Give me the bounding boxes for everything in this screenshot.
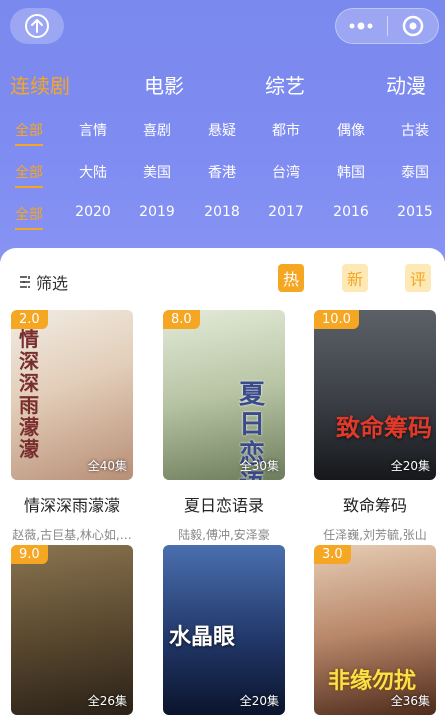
sort-hot-button[interactable]: 热 xyxy=(278,264,304,292)
filter-year-item[interactable]: 2017 xyxy=(256,204,316,220)
filter-type-item[interactable]: 古装 xyxy=(385,120,445,140)
poster-text: 非缘勿扰 xyxy=(328,668,417,694)
show-poster[interactable]: 夏日恋语 8.0 全30集 xyxy=(163,310,285,480)
score-badge: 10.0 xyxy=(314,310,359,329)
show-poster[interactable]: 情深深雨濛濛 2.0 全40集 xyxy=(11,310,133,480)
filter-row-year: 全部 2020 2019 2018 2017 2016 2015 xyxy=(0,204,445,232)
episode-count: 全36集 xyxy=(390,694,430,708)
filter-year-all[interactable]: 全部 xyxy=(0,204,59,230)
filter-button[interactable]: 筛选 xyxy=(18,270,68,294)
score-badge: 3.0 xyxy=(314,545,351,564)
score-badge: 2.0 xyxy=(11,310,48,329)
sort-new-button[interactable]: 新 xyxy=(342,264,368,292)
show-card[interactable]: 9.0 全26集 xyxy=(11,545,133,715)
filter-region-all[interactable]: 全部 xyxy=(0,162,59,188)
filter-year-item[interactable]: 2019 xyxy=(127,204,187,220)
show-poster[interactable]: 水晶眼 全20集 xyxy=(163,545,285,715)
filter-region-item[interactable]: 台湾 xyxy=(256,162,316,182)
poster-text: 情深深雨濛濛 xyxy=(19,327,39,461)
episode-count: 全20集 xyxy=(390,459,430,473)
tab-variety[interactable]: 综艺 xyxy=(265,70,305,99)
poster-art xyxy=(11,545,133,715)
filter-year-item[interactable]: 2016 xyxy=(321,204,381,220)
mini-program-capsule xyxy=(335,8,439,44)
show-actors: 陆毅,傅冲,安泽豪 xyxy=(178,528,270,542)
filter-region-item[interactable]: 韩国 xyxy=(321,162,381,182)
filter-type-all[interactable]: 全部 xyxy=(0,120,59,146)
show-actors: 赵薇,古巨基,林心如,… xyxy=(12,528,132,542)
filter-year-item[interactable]: 2020 xyxy=(63,204,123,220)
show-title: 情深深雨濛濛 xyxy=(23,496,120,515)
filter-label: 筛选 xyxy=(36,274,69,293)
show-poster[interactable]: 9.0 全26集 xyxy=(11,545,133,715)
filter-region-item[interactable]: 香港 xyxy=(192,162,252,182)
tab-anime[interactable]: 动漫 xyxy=(386,70,426,99)
show-card[interactable]: 夏日恋语 8.0 全30集 夏日恋语录 陆毅,傅冲,安泽豪 xyxy=(163,310,285,543)
show-card[interactable]: 致命筹码 10.0 全20集 致命筹码 任泽巍,刘芳毓,张山 xyxy=(314,310,436,543)
more-button[interactable] xyxy=(336,9,387,43)
poster-text: 水晶眼 xyxy=(169,624,236,650)
filter-year-item[interactable]: 2018 xyxy=(192,204,252,220)
score-badge: 8.0 xyxy=(163,310,200,329)
filter-year-item[interactable]: 2015 xyxy=(385,204,445,220)
filter-type-item[interactable]: 悬疑 xyxy=(192,120,252,140)
target-icon xyxy=(402,15,423,37)
more-dots-icon xyxy=(349,22,373,30)
filter-row-region: 全部 大陆 美国 香港 台湾 韩国 泰国 xyxy=(0,162,445,190)
show-card[interactable]: 情深深雨濛濛 2.0 全40集 情深深雨濛濛 赵薇,古巨基,林心如,… xyxy=(11,310,133,543)
category-tabs: 连续剧 电影 综艺 动漫 xyxy=(0,70,445,102)
show-title: 夏日恋语录 xyxy=(183,496,264,515)
tab-series[interactable]: 连续剧 xyxy=(10,70,70,99)
close-button[interactable] xyxy=(388,9,439,43)
poster-text: 致命筹码 xyxy=(336,413,432,442)
tab-movies[interactable]: 电影 xyxy=(144,70,184,99)
filter-region-item[interactable]: 美国 xyxy=(127,162,187,182)
show-poster[interactable]: 非缘勿扰 3.0 全36集 xyxy=(314,545,436,715)
filter-type-item[interactable]: 言情 xyxy=(63,120,123,140)
show-actors: 任泽巍,刘芳毓,张山 xyxy=(323,528,427,542)
filter-row-type: 全部 言情 喜剧 悬疑 都市 偶像 古装 xyxy=(0,120,445,148)
home-circle-icon xyxy=(25,14,49,38)
episode-count: 全20集 xyxy=(239,694,279,708)
score-badge: 9.0 xyxy=(11,545,48,564)
show-card[interactable]: 非缘勿扰 3.0 全36集 xyxy=(314,545,436,715)
episode-count: 全30集 xyxy=(239,459,279,473)
filter-region-item[interactable]: 泰国 xyxy=(385,162,445,182)
episode-count: 全40集 xyxy=(87,459,127,473)
sort-rating-button[interactable]: 评 xyxy=(405,264,431,292)
episode-count: 全26集 xyxy=(87,694,127,708)
filter-type-item[interactable]: 都市 xyxy=(256,120,316,140)
filter-icon xyxy=(20,276,30,288)
show-card[interactable]: 水晶眼 全20集 xyxy=(163,545,285,715)
show-poster[interactable]: 致命筹码 10.0 全20集 xyxy=(314,310,436,480)
show-title: 致命筹码 xyxy=(342,496,407,515)
home-button[interactable] xyxy=(10,8,64,44)
filter-type-item[interactable]: 喜剧 xyxy=(127,120,187,140)
filter-type-item[interactable]: 偶像 xyxy=(321,120,381,140)
poster-art xyxy=(314,310,436,480)
filter-region-item[interactable]: 大陆 xyxy=(63,162,123,182)
